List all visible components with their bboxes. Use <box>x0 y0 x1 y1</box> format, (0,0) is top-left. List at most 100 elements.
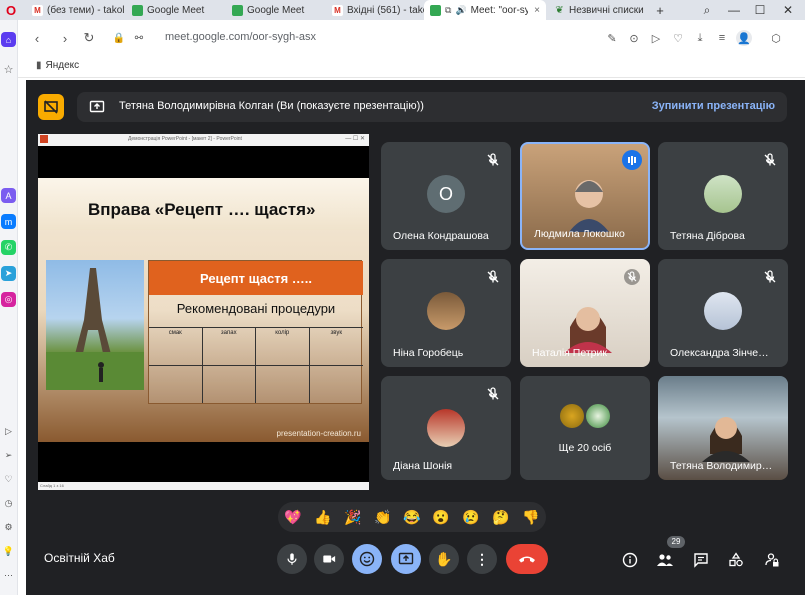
chevron-right-icon: › <box>62 30 68 46</box>
tab-meet-2[interactable]: Google Meet <box>226 0 326 20</box>
aria-icon[interactable]: A <box>1 188 16 203</box>
history-icon[interactable]: ◷ <box>1 496 16 511</box>
emoji-reactions-button[interactable] <box>352 544 382 574</box>
slide-status-bar: Слайд 1 з 16 <box>38 482 369 490</box>
play-icon[interactable]: ▷ <box>648 30 664 46</box>
participant-video <box>569 180 609 232</box>
activities-button[interactable] <box>726 550 746 570</box>
extensions-icon[interactable]: ⬡ <box>768 30 784 46</box>
more-options-button[interactable]: ⋮ <box>467 544 497 574</box>
profile-icon[interactable]: 👤 <box>736 30 752 46</box>
hide-presentation-button[interactable] <box>38 94 64 120</box>
reload-button[interactable]: ↻ <box>80 29 98 47</box>
tab-meet-active[interactable]: ⧉ 🔊 Meet: "oor-sygh-a × <box>424 0 546 20</box>
site-settings-icon[interactable]: ⚯ <box>130 29 148 47</box>
participant-video <box>702 417 750 462</box>
participant-tile[interactable]: Олександра Зінче… <box>658 259 788 367</box>
bookmark-yandex[interactable]: ▮ Яндекс <box>36 60 79 71</box>
meet-icon <box>232 4 243 16</box>
recipe-column-header: запах <box>202 328 256 366</box>
heart-icon[interactable]: ♡ <box>670 30 686 46</box>
recipe-cell <box>203 365 256 403</box>
more-icon[interactable]: ⋯ <box>1 568 16 583</box>
participant-tile-speaking[interactable]: Людмила Локошко <box>520 142 650 250</box>
camera-button[interactable] <box>314 544 344 574</box>
recipe-cell <box>149 365 203 403</box>
slide-title: Вправа «Рецепт …. щастя» <box>88 200 316 219</box>
more-participants-tile[interactable]: Ще 20 осіб <box>520 376 650 480</box>
whatsapp-icon[interactable]: ✆ <box>1 240 16 255</box>
star-icon[interactable]: ☆ <box>1 62 16 77</box>
end-call-icon <box>519 556 535 563</box>
mic-off-icon <box>624 269 640 285</box>
participant-tile-self[interactable]: Тетяна Володимир… <box>658 376 788 480</box>
tab-gmail-1[interactable]: M (без теми) - takol <box>26 0 126 20</box>
messenger-icon[interactable]: m <box>1 214 16 229</box>
tab-lists[interactable]: ❦ Незвичні списки <box>548 0 650 20</box>
present-now-button[interactable] <box>391 544 421 574</box>
meeting-details-button[interactable] <box>620 550 640 570</box>
reaction-thinking-button[interactable]: 🤔 <box>490 506 512 528</box>
reaction-party-button[interactable]: 🎉 <box>342 506 364 528</box>
reaction-sad-button[interactable]: 😢 <box>460 506 482 528</box>
participant-name: Людмила Локошко <box>534 228 625 240</box>
leaf-icon: ❦ <box>555 4 564 16</box>
opera-menu-button[interactable]: O <box>0 0 20 20</box>
smile-icon <box>359 551 375 567</box>
new-tab-button[interactable]: + <box>652 0 668 20</box>
chat-button[interactable] <box>691 550 711 570</box>
maximize-icon: ☐ <box>754 3 766 17</box>
participant-tile[interactable]: Наталія Петрик <box>520 259 650 367</box>
tab-gmail-2[interactable]: M Вхідні (561) - takol <box>326 0 424 20</box>
participant-video <box>564 307 612 353</box>
download-icon[interactable]: ⤓ <box>692 30 708 46</box>
reaction-surprised-button[interactable]: 😮 <box>430 506 452 528</box>
instagram-icon[interactable]: ◎ <box>1 292 16 307</box>
tab-meet-1[interactable]: Google Meet <box>126 0 226 20</box>
microphone-button[interactable] <box>277 544 307 574</box>
meet-icon <box>430 4 441 16</box>
telegram-icon[interactable]: ➤ <box>1 266 16 281</box>
heart-icon[interactable]: ♡ <box>1 472 16 487</box>
tab-label: Незвичні списки <box>569 4 644 16</box>
presenting-banner: Тетяна Володимирівна Колган (Ви (показує… <box>77 92 787 122</box>
raise-hand-button[interactable]: ✋ <box>429 544 459 574</box>
url-field[interactable]: meet.google.com/oor-sygh-asx <box>165 31 316 43</box>
reaction-thumbs-up-button[interactable]: 👍 <box>312 506 334 528</box>
participant-tile[interactable]: О Олена Кондрашова <box>381 142 511 250</box>
leave-call-button[interactable] <box>506 544 548 574</box>
settings-icon[interactable]: ⚙ <box>1 520 16 535</box>
presentation-tile: Демонстрація PowerPoint - [макет 2] - Po… <box>38 134 369 490</box>
list-icon[interactable]: ≡ <box>714 30 730 46</box>
slide-status: Слайд 1 з 16 <box>40 483 64 488</box>
host-controls-button[interactable] <box>762 550 782 570</box>
recipe-cell <box>256 365 310 403</box>
speaker-icon: 🔊 <box>455 4 467 15</box>
close-window-button[interactable]: ✕ <box>776 0 800 20</box>
home-icon[interactable]: ⌂ <box>1 32 16 47</box>
lightbulb-icon[interactable]: 💡 <box>1 544 16 559</box>
search-tabs-button[interactable]: ⌕ <box>695 0 719 20</box>
participant-tile[interactable]: Діана Шонія <box>381 376 511 480</box>
camera-icon[interactable]: ⊙ <box>626 30 642 46</box>
back-button[interactable]: ‹ <box>28 29 46 47</box>
present-screen-icon <box>398 552 414 565</box>
eiffel-tower-icon <box>46 268 144 390</box>
present-screen-icon <box>89 100 105 113</box>
send-icon[interactable]: ➢ <box>1 448 16 463</box>
people-button[interactable] <box>655 550 675 570</box>
player-icon[interactable]: ▷ <box>1 424 16 439</box>
maximize-button[interactable]: ☐ <box>748 0 772 20</box>
stop-presenting-button[interactable]: Зупинити презентацію <box>652 100 775 112</box>
participant-tile[interactable]: Ніна Горобець <box>381 259 511 367</box>
reaction-laugh-button[interactable]: 😂 <box>401 506 423 528</box>
reaction-heart-button[interactable]: 💖 <box>282 506 304 528</box>
recipe-box-title: Рецепт щастя ….. <box>149 261 363 295</box>
close-tab-icon[interactable]: × <box>534 5 540 16</box>
edit-icon[interactable]: ✎ <box>604 30 620 46</box>
minimize-button[interactable]: — <box>722 0 746 20</box>
participant-tile[interactable]: Тетяна Діброва <box>658 142 788 250</box>
forward-button[interactable]: › <box>56 29 74 47</box>
reaction-thumbs-down-button[interactable]: 👎 <box>520 506 542 528</box>
reaction-clap-button[interactable]: 👏 <box>372 506 394 528</box>
